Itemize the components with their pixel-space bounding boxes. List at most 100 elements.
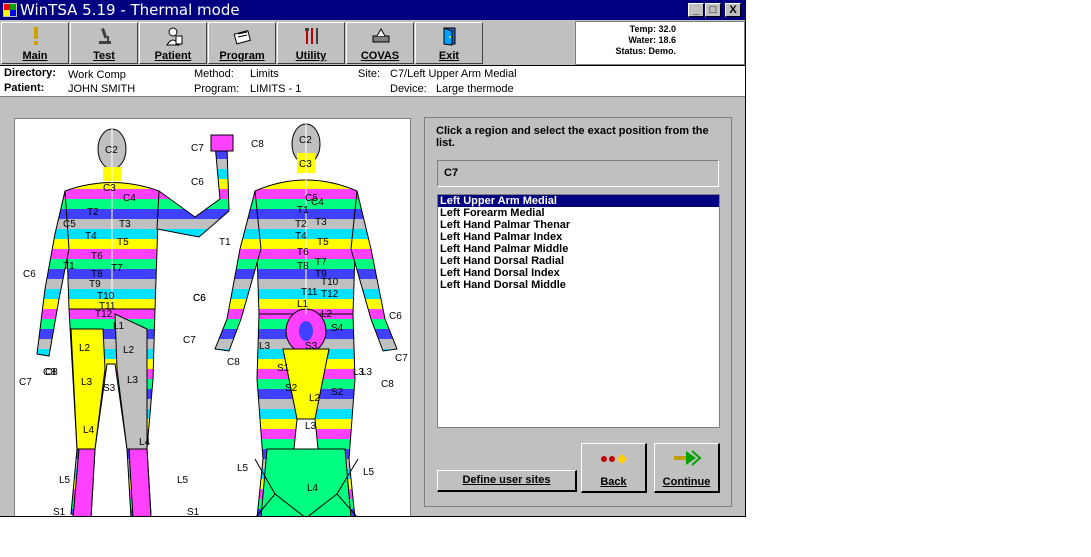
method-label: Method:: [194, 68, 234, 80]
dermatome-label: T6: [91, 251, 103, 262]
dermatome-label: L4: [307, 483, 319, 494]
dermatome-label: L1: [113, 321, 125, 332]
dermatome-label: C6: [191, 177, 204, 188]
dermatome-label: C5: [63, 219, 76, 230]
temp-readout: Temp: 32.0: [629, 24, 676, 34]
dermatome-label: T8: [297, 261, 309, 272]
site-list-item[interactable]: Left Hand Palmar Middle: [438, 243, 719, 255]
close-button[interactable]: X: [725, 3, 741, 17]
back-button[interactable]: Back: [581, 443, 647, 493]
minimize-button[interactable]: _: [688, 3, 704, 17]
method-value: Limits: [250, 68, 279, 80]
exit-door-icon: [443, 27, 456, 46]
dermatome-label: S2: [285, 383, 298, 394]
utility-button[interactable]: Utility: [277, 22, 345, 64]
continue-arrow-icon: [674, 450, 702, 466]
define-user-sites-label: Define user sites: [462, 474, 551, 486]
patient-value: JOHN SMITH: [68, 83, 136, 95]
maximize-button[interactable]: □: [705, 3, 721, 17]
body-map-drawing: C2C3C4T2T3T4T5T6T7T8T9T10T11T12L1L2 L2L3 L…: [19, 119, 408, 517]
dermatome-label: S1: [53, 507, 66, 517]
dermatome-label: S1: [277, 363, 290, 374]
patient-icon: [166, 27, 183, 46]
test-label: Test: [93, 50, 115, 62]
dermatome-label: L2: [79, 343, 91, 354]
site-value: C7/Left Upper Arm Medial: [390, 68, 517, 80]
dermatome-label: C6: [389, 311, 402, 322]
covas-button[interactable]: COVAS: [346, 22, 414, 64]
instruction-text: Click a region and select the exact posi…: [436, 125, 709, 149]
program-label: Program: [219, 50, 265, 62]
dermatome-label: C3: [299, 159, 312, 170]
utility-label: Utility: [295, 50, 327, 62]
dermatome-label: L2: [309, 393, 321, 404]
dermatome-label: T3: [119, 219, 131, 230]
window-title: WinTSA 5.19 - Thermal mode: [20, 1, 240, 19]
dermatome-label: T5: [317, 237, 329, 248]
site-list-item[interactable]: Left Hand Dorsal Index: [438, 267, 719, 279]
dermatome-label: L1: [297, 299, 309, 310]
dermatome-label: C8: [251, 139, 264, 150]
main-window: WinTSA 5.19 - Thermal mode _ □ X Main Te…: [0, 0, 746, 517]
title-bar: WinTSA 5.19 - Thermal mode _ □ X: [0, 0, 745, 20]
dermatome-label: L2: [321, 309, 333, 320]
dermatome-label: T12: [321, 289, 339, 300]
dermatome-label: T11: [301, 287, 318, 298]
dermatome-label: C6: [193, 293, 206, 304]
dermatome-label: S2: [331, 387, 344, 398]
dermatome-label: C4: [123, 193, 136, 204]
water-readout: Water: 18.6: [628, 35, 676, 45]
site-list-item[interactable]: Left Upper Arm Medial: [438, 195, 719, 207]
dermatome-label: L3: [127, 375, 139, 386]
dermatome-label: L4: [83, 425, 95, 436]
dermatome-label: C2: [105, 145, 118, 156]
dermatome-label: T2: [87, 207, 99, 218]
dermatome-label: C2: [299, 135, 312, 146]
dermatome-label: T1: [63, 261, 75, 272]
dermatome-label: L3: [353, 367, 365, 378]
dermatome-label: T4: [85, 231, 97, 242]
microscope-icon: [99, 28, 111, 44]
dermatome-label: L4: [139, 437, 151, 448]
dermatome-label: S3: [305, 341, 318, 352]
directory-label: Directory:: [4, 67, 56, 79]
covas-icon: [372, 27, 390, 43]
site-label: Site:: [358, 68, 381, 80]
dermatome-label: S3: [103, 383, 116, 394]
dermatome-label: L3: [259, 341, 271, 352]
dermatome-label: S1: [187, 507, 200, 517]
continue-button[interactable]: Continue: [654, 443, 720, 493]
dermatome-label: T5: [117, 237, 129, 248]
patient-button[interactable]: Patient: [139, 22, 207, 64]
dermatome-body-map[interactable]: C2 C3 C4 T2 T3 T4 T5 T6 T7 T8 T9 T10 T11 T12 L1 L2 L2 L3 L…: [14, 118, 411, 517]
dermatome-label: T7: [315, 257, 327, 268]
main-button[interactable]: Main: [1, 22, 69, 64]
site-listbox[interactable]: Left Upper Arm Medial Left Forearm Medial…: [437, 194, 720, 428]
site-list-item[interactable]: Left Hand Palmar Index: [438, 231, 719, 243]
site-list-item[interactable]: Left Hand Dorsal Radial: [438, 255, 719, 267]
dermatome-label: L5: [177, 475, 189, 486]
dermatome-label: C7: [191, 143, 204, 154]
dermatome-label: L5: [59, 475, 71, 486]
continue-label: Continue: [662, 476, 711, 488]
dermatome-label: T12: [95, 309, 113, 320]
dermatome-label: L2: [123, 345, 135, 356]
device-status-box: Temp: 32.0 Water: 18.6 Status: Demo.: [575, 21, 745, 65]
site-list-item[interactable]: Left Hand Palmar Thenar: [438, 219, 719, 231]
exit-button[interactable]: Exit: [415, 22, 483, 64]
dermatome-label: T1: [219, 237, 231, 248]
site-list-item[interactable]: Left Hand Dorsal Middle: [438, 279, 719, 291]
dermatome-label: L3: [81, 377, 93, 388]
dermatome-label: C7: [19, 377, 32, 388]
dermatome-label: L5: [363, 467, 375, 478]
program-button[interactable]: Program: [208, 22, 276, 64]
site-list-item[interactable]: Left Forearm Medial: [438, 207, 719, 219]
test-button[interactable]: Test: [70, 22, 138, 64]
dermatome-label: C8: [381, 379, 394, 390]
app-icon: [3, 3, 17, 17]
dermatome-label: T7: [111, 263, 123, 274]
dermatome-label: T1: [297, 205, 309, 216]
define-user-sites-button[interactable]: Define user sites: [437, 470, 577, 492]
exclamation-icon: [34, 27, 38, 45]
dermatome-label: C8: [43, 367, 56, 378]
